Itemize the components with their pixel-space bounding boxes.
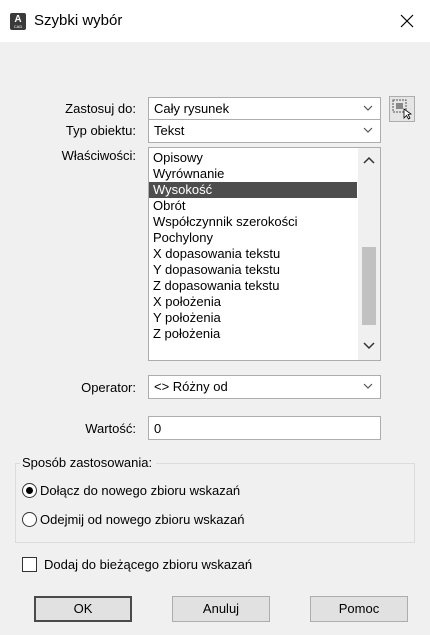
object-type-value: Tekst (154, 123, 185, 138)
window-title: Szybki wybór (34, 12, 123, 29)
list-item[interactable]: Z położenia (153, 326, 220, 342)
radio-exclude[interactable] (22, 512, 37, 527)
apply-method-group (15, 463, 415, 543)
radio-include-label[interactable]: Dołącz do nowego zbioru wskazań (40, 483, 240, 498)
select-objects-button[interactable] (389, 96, 415, 122)
operator-label: Operator: (81, 380, 136, 395)
close-icon (400, 14, 414, 28)
operator-combo[interactable]: <> Różny od (148, 375, 381, 399)
list-item[interactable]: Wyrównanie (153, 166, 224, 182)
chevron-down-icon (363, 383, 373, 389)
ok-button[interactable]: OK (34, 596, 132, 622)
list-item[interactable]: X dopasowania tekstu (153, 246, 280, 262)
apply-to-value: Cały rysunek (154, 101, 230, 116)
properties-scrollbar[interactable] (358, 148, 380, 360)
value-label: Wartość: (85, 421, 136, 436)
help-button[interactable]: Pomoc (310, 596, 408, 622)
list-item[interactable]: Pochylony (153, 230, 213, 246)
apply-to-label: Zastosuj do: (65, 101, 136, 116)
radio-exclude-label[interactable]: Odejmij od nowego zbioru wskazań (40, 512, 245, 527)
list-item[interactable]: Y położenia (153, 310, 221, 326)
list-item[interactable]: Opisowy (153, 150, 203, 166)
scrollbar-thumb[interactable] (362, 247, 376, 325)
list-item[interactable]: Y dopasowania tekstu (153, 262, 280, 278)
object-type-label: Typ obiektu: (65, 123, 136, 138)
close-button[interactable] (384, 0, 430, 42)
list-item[interactable]: X położenia (153, 294, 221, 310)
title-bar: A CAD Szybki wybór (0, 0, 430, 42)
chevron-up-icon[interactable] (363, 156, 375, 164)
app-icon: A CAD (10, 13, 26, 30)
list-item-selected[interactable]: Wysokość (149, 182, 357, 198)
properties-label: Właściwości: (61, 148, 136, 163)
operator-value: <> Różny od (154, 379, 228, 394)
list-item[interactable]: Obrót (153, 198, 186, 214)
object-type-combo[interactable]: Tekst (148, 119, 381, 143)
select-objects-icon (392, 99, 413, 120)
chevron-down-icon[interactable] (363, 342, 375, 350)
value-input[interactable]: 0 (148, 416, 381, 440)
chevron-down-icon (363, 105, 373, 111)
radio-include[interactable] (22, 483, 37, 498)
app-icon-sub: CAD (13, 24, 23, 29)
properties-listbox[interactable]: Opisowy Wyrównanie Wysokość Obrót Współc… (148, 147, 381, 361)
list-item[interactable]: Współczynnik szerokości (153, 214, 298, 230)
cancel-button[interactable]: Anuluj (172, 596, 270, 622)
quick-select-dialog: A CAD Szybki wybór Zastosuj do: Cały rys… (0, 0, 430, 635)
list-item[interactable]: Z dopasowania tekstu (153, 278, 279, 294)
apply-to-combo[interactable]: Cały rysunek (148, 97, 381, 121)
append-checkbox[interactable] (22, 557, 37, 572)
append-checkbox-label[interactable]: Dodaj do bieżącego zbioru wskazań (44, 557, 252, 572)
chevron-down-icon (363, 127, 373, 133)
radio-selected-dot (26, 487, 33, 494)
apply-method-label: Sposób zastosowania: (20, 455, 157, 470)
